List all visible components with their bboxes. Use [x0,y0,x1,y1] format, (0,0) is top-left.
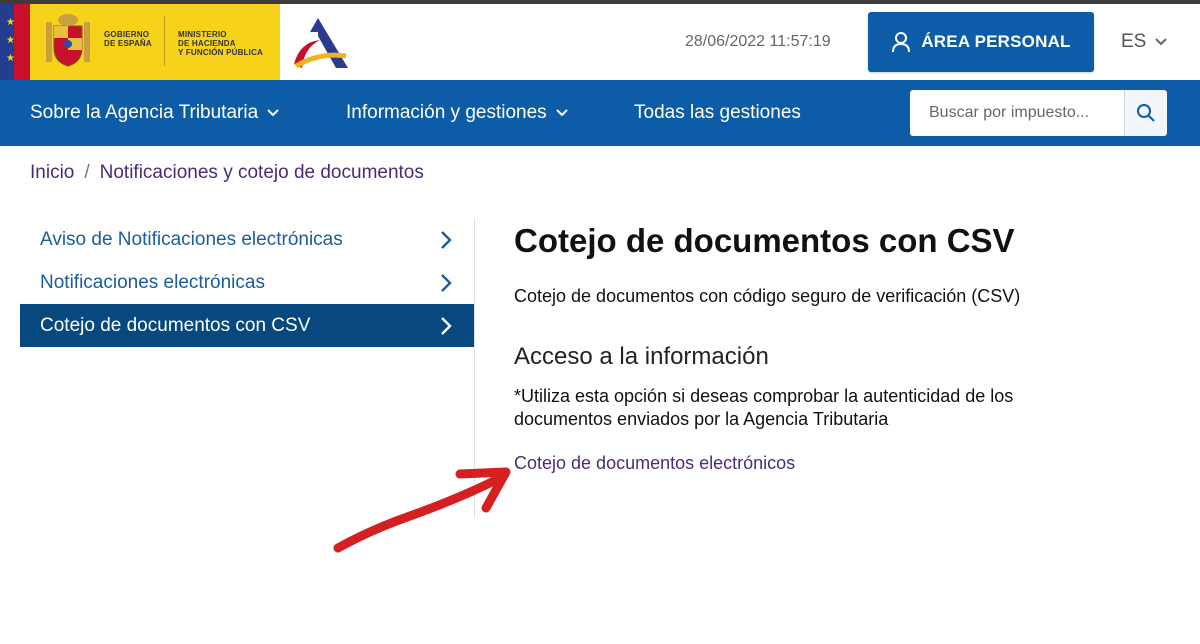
main-navigation: Sobre la Agencia Tributaria Información … [0,80,1200,146]
chevron-right-icon [441,231,452,249]
search-button[interactable] [1124,90,1167,136]
chevron-down-icon [267,109,279,117]
section-sidebar: Aviso de Notificaciones electrónicas Not… [20,218,474,347]
agencia-tributaria-logo-icon[interactable] [290,16,352,70]
government-name: GOBIERNO DE ESPAÑA [104,30,152,48]
sidebar-item-cotejo-csv[interactable]: Cotejo de documentos con CSV [20,304,474,347]
site-header: ★ ★ ★ GOBIERNO DE ESPAÑA MINISTERIO DE H… [0,4,1200,80]
info-note: *Utiliza esta opción si deseas comprobar… [514,386,1014,429]
chevron-down-icon [1155,38,1168,46]
annotation-arrow-icon [333,467,511,553]
eu-flag-strip: ★ ★ ★ [0,4,30,80]
chevron-down-icon [555,109,568,117]
nav-item-label: Información y gestiones [346,102,547,123]
sidebar-item-label: Cotejo de documentos con CSV [40,314,311,336]
search-input[interactable] [910,90,1129,136]
page-title: Cotejo de documentos con CSV [514,222,1015,259]
nav-item-label: Sobre la Agencia Tributaria [30,102,259,123]
cotejo-documentos-link[interactable]: Cotejo de documentos electrónicos [514,453,795,474]
nav-item-label: Todas las gestiones [634,102,801,123]
breadcrumb: Inicio / Notificaciones y cotejo de docume… [30,162,424,184]
sidebar-item-aviso-notificaciones[interactable]: Aviso de Notificaciones electrónicas [20,218,474,261]
current-datetime: 28/06/2022 11:57:19 [685,33,831,50]
sidebar-item-notificaciones-electronicas[interactable]: Notificaciones electrónicas [20,261,474,304]
ministry-name: MINISTERIO DE HACIENDA Y FUNCIÓN PÚBLICA [178,30,264,57]
language-selector[interactable]: ES [1121,31,1168,53]
sidebar-item-label: Aviso de Notificaciones electrónicas [40,228,343,250]
coat-of-arms-icon [46,14,90,67]
government-logo-block[interactable]: ★ ★ ★ GOBIERNO DE ESPAÑA MINISTERIO DE H… [0,4,280,80]
breadcrumb-separator: / [84,162,90,183]
chevron-right-icon [441,274,452,292]
section-heading: Acceso a la información [514,343,769,370]
sidebar-item-label: Notificaciones electrónicas [40,271,265,293]
breadcrumb-home-link[interactable]: Inicio [30,162,74,183]
nav-item-sobre-agencia[interactable]: Sobre la Agencia Tributaria [30,80,280,146]
page-subtitle: Cotejo de documentos con código seguro d… [514,286,1021,306]
user-icon [892,32,911,53]
language-label: ES [1121,31,1147,52]
chevron-right-icon [441,317,452,335]
nav-item-informacion-gestiones[interactable]: Información y gestiones [346,80,569,146]
area-personal-label: ÁREA PERSONAL [921,32,1071,51]
nav-item-todas-gestiones[interactable]: Todas las gestiones [634,80,801,146]
search-icon [1137,104,1155,122]
logo-divider [164,16,165,66]
search-box [910,90,1167,136]
area-personal-button[interactable]: ÁREA PERSONAL [868,12,1094,72]
main-content: Cotejo de documentos con CSV Cotejo de d… [514,218,1154,474]
breadcrumb-current[interactable]: Notificaciones y cotejo de documentos [100,162,424,183]
